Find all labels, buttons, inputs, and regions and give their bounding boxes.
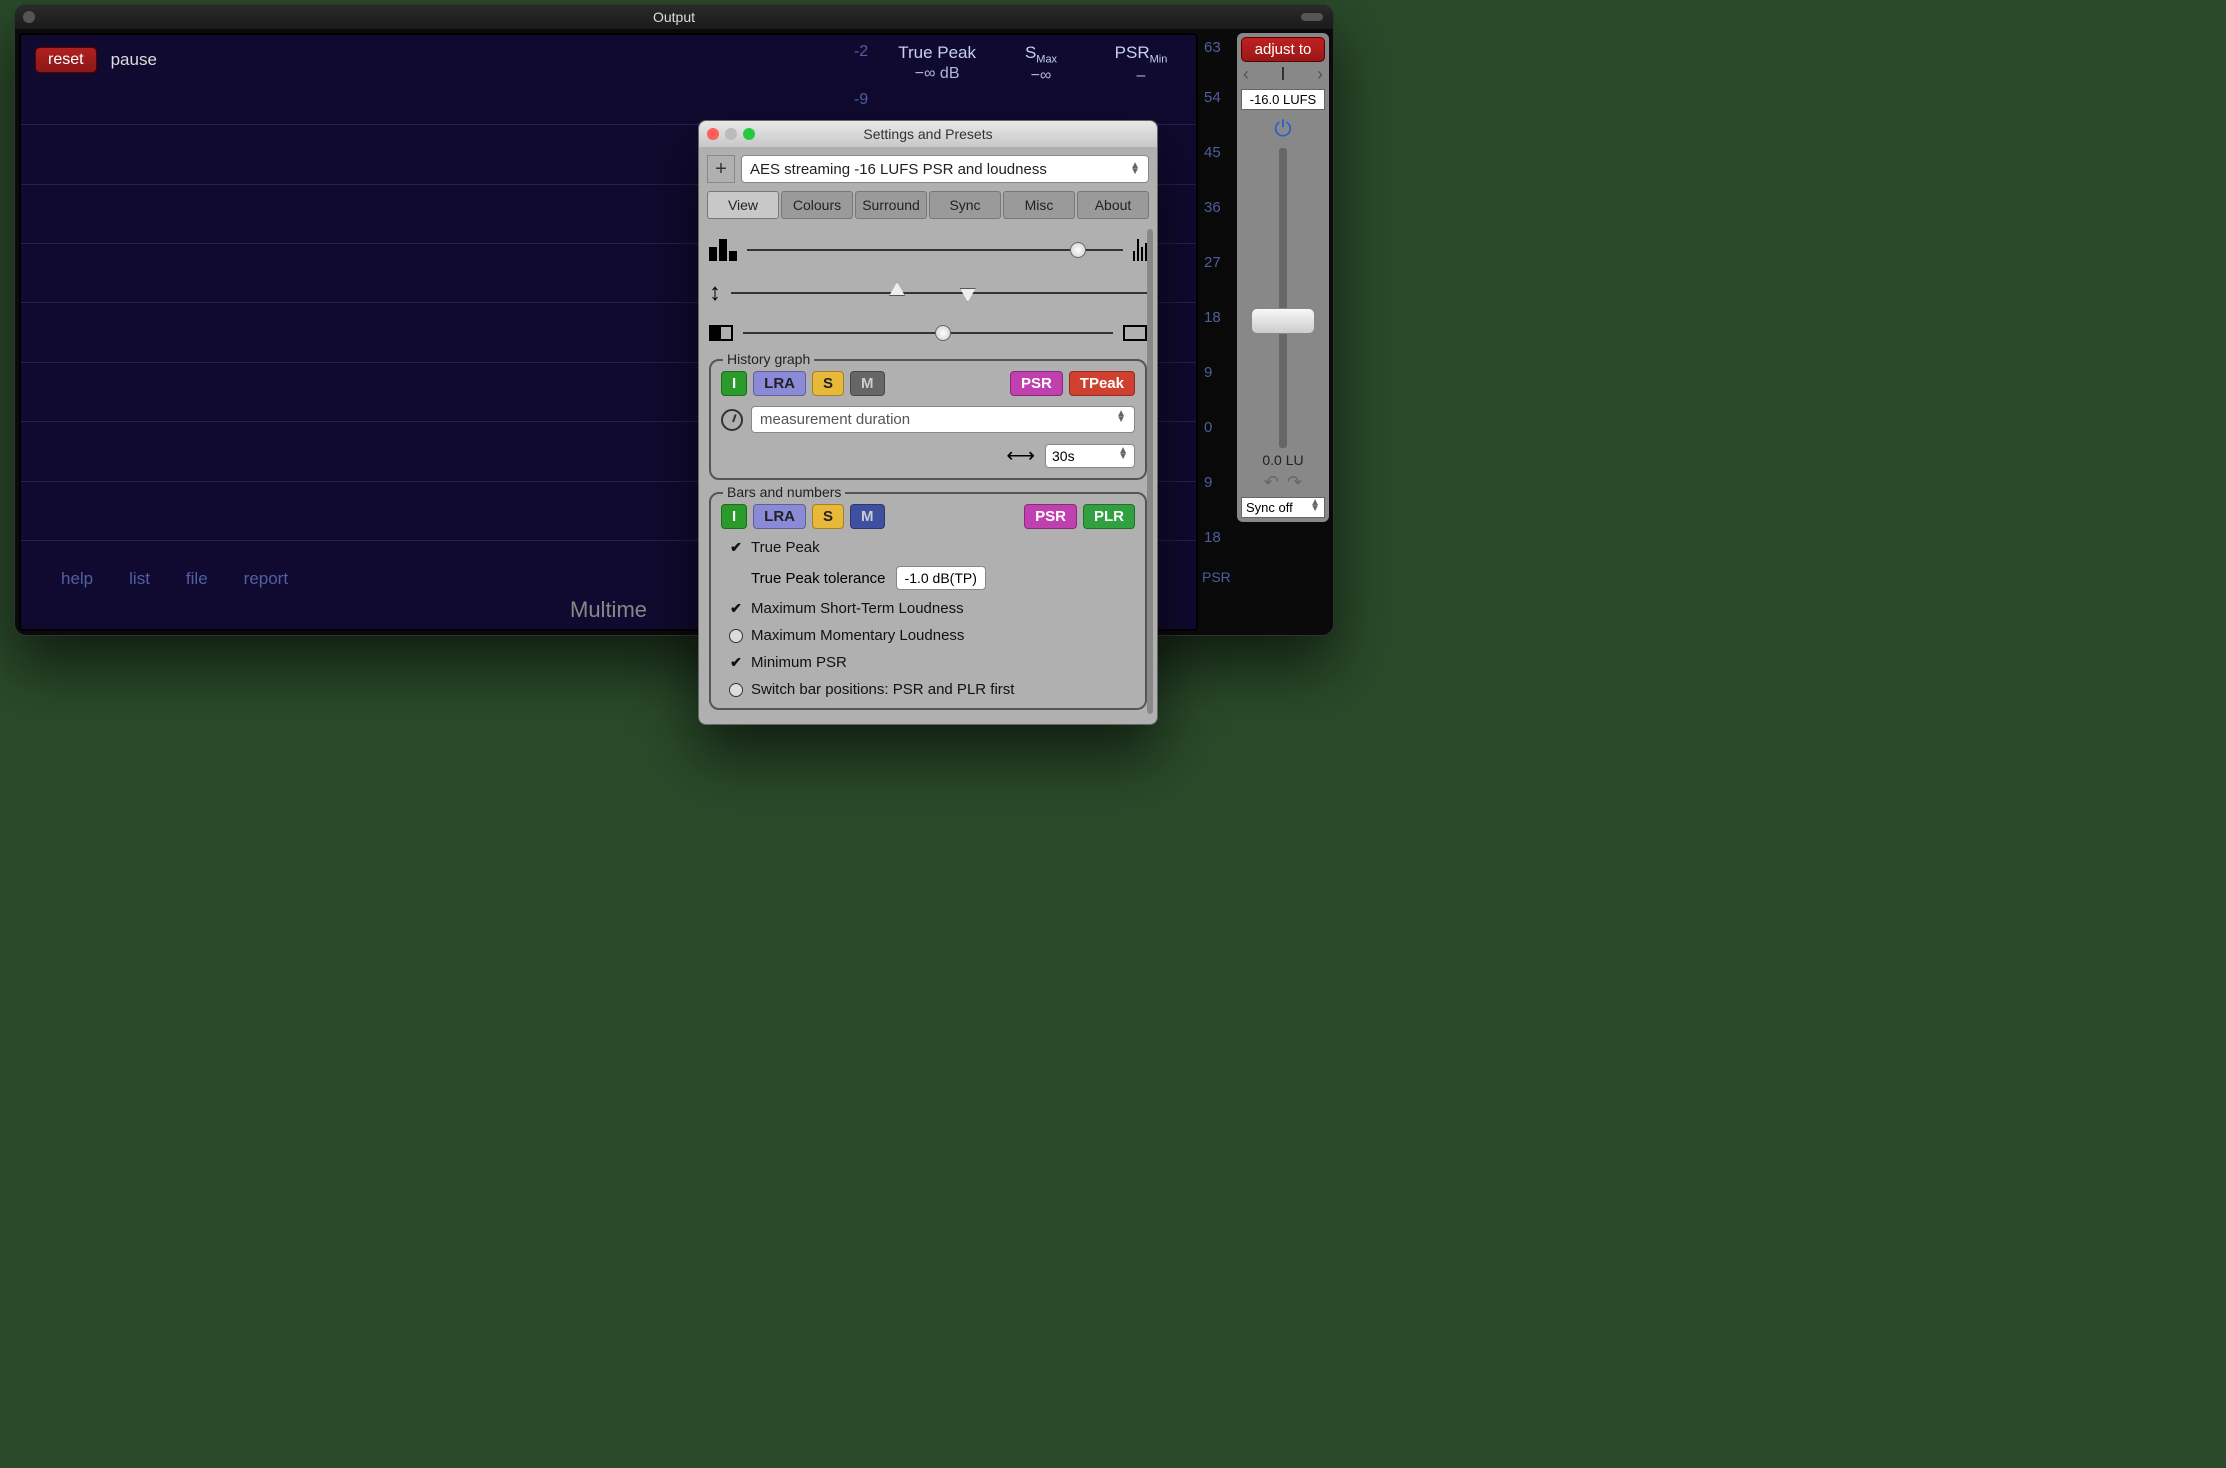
pause-button[interactable]: pause: [111, 50, 157, 70]
chevron-updown-icon: ▲▼: [1310, 500, 1320, 515]
scale-tick: 9: [1204, 474, 1212, 491]
wide-bars-icon: [709, 239, 737, 261]
redo-icon[interactable]: ↷: [1287, 472, 1302, 493]
thin-bars-icon: [1133, 239, 1147, 261]
tab-view[interactable]: View: [707, 191, 779, 219]
add-preset-button[interactable]: +: [707, 155, 735, 183]
filled-rect-icon: [709, 325, 733, 341]
history-graph-group: History graph I LRA S M PSR TPeak measur…: [709, 359, 1147, 480]
chevron-updown-icon: ▲▼: [1116, 411, 1126, 428]
scrollbar[interactable]: [1147, 229, 1153, 714]
scale-tick: 18: [1204, 309, 1221, 326]
s-max-readout: SMax −∞: [1006, 43, 1076, 109]
tab-colours[interactable]: Colours: [781, 191, 853, 219]
bars-numbers-group: Bars and numbers I LRA S M PSR PLR ✔True…: [709, 492, 1147, 710]
slider-thumb-icon[interactable]: [1251, 308, 1315, 334]
true-peak-checkbox[interactable]: ✔True Peak: [729, 539, 1135, 556]
scale-top-value: -2: [854, 43, 868, 61]
range-min-thumb[interactable]: [889, 282, 905, 296]
scale-tick: 18: [1204, 529, 1221, 546]
window-pill-icon[interactable]: [1301, 13, 1323, 21]
scale-tick: 27: [1204, 254, 1221, 271]
tab-misc[interactable]: Misc: [1003, 191, 1075, 219]
scale-tick: 0: [1204, 419, 1212, 436]
prev-mode-icon[interactable]: ‹: [1243, 64, 1249, 85]
chip-plr[interactable]: PLR: [1083, 504, 1135, 529]
min-psr-checkbox[interactable]: ✔Minimum PSR: [729, 654, 1135, 671]
dialog-title: Settings and Presets: [863, 126, 992, 142]
range-slider[interactable]: [731, 292, 1147, 294]
help-link[interactable]: help: [61, 569, 93, 589]
psr-min-readout: PSRMin –: [1106, 43, 1176, 109]
scale-tick: 36: [1204, 199, 1221, 216]
file-link[interactable]: file: [186, 569, 208, 589]
tab-surround[interactable]: Surround: [855, 191, 927, 219]
list-link[interactable]: list: [129, 569, 150, 589]
psr-axis-label: PSR: [1202, 569, 1231, 585]
scale-tick: 45: [1204, 144, 1221, 161]
tp-tolerance-input[interactable]: -1.0 dB(TP): [896, 566, 986, 590]
chip-lra[interactable]: LRA: [753, 504, 806, 529]
chip-m[interactable]: M: [850, 504, 885, 529]
mode-label: I: [1280, 64, 1285, 85]
tab-about[interactable]: About: [1077, 191, 1149, 219]
gain-slider[interactable]: [1279, 148, 1287, 448]
scale-tick: 54: [1204, 89, 1221, 106]
dialog-titlebar: Settings and Presets: [699, 121, 1157, 147]
chip-s[interactable]: S: [812, 504, 844, 529]
power-icon[interactable]: ⏻: [1241, 116, 1325, 142]
traffic-light-icon[interactable]: [23, 11, 35, 23]
range-max-thumb[interactable]: [960, 288, 976, 302]
tabs: View Colours Surround Sync Misc About: [699, 191, 1157, 219]
brand-label: Multime: [570, 597, 647, 623]
adjust-panel: adjust to ‹ I › -16.0 LUFS ⏻ 0.0 LU ↶ ↷ …: [1237, 33, 1329, 522]
vertical-arrows-icon: ↕: [709, 279, 721, 307]
bar-width-slider[interactable]: [747, 249, 1123, 251]
tp-tolerance-label: True Peak tolerance: [751, 570, 886, 587]
lu-readout: 0.0 LU: [1241, 452, 1325, 468]
chevron-updown-icon: ▲▼: [1130, 163, 1140, 175]
empty-rect-icon: [1123, 325, 1147, 341]
next-mode-icon[interactable]: ›: [1317, 64, 1323, 85]
preset-select[interactable]: AES streaming -16 LUFS PSR and loudness …: [741, 155, 1149, 183]
footer-links: help list file report: [61, 569, 288, 589]
scale-second-value: -9: [854, 91, 868, 109]
chip-s[interactable]: S: [812, 371, 844, 396]
undo-icon[interactable]: ↶: [1264, 472, 1279, 493]
width-select[interactable]: 30s ▲▼: [1045, 444, 1135, 468]
chip-lra[interactable]: LRA: [753, 371, 806, 396]
scale-tick: 63: [1204, 39, 1221, 56]
target-lufs-input[interactable]: -16.0 LUFS: [1241, 89, 1325, 110]
readout-panel: -2 -9 True Peak −∞ dB SMax −∞ PSRMin –: [854, 43, 1176, 109]
close-icon[interactable]: [707, 128, 719, 140]
adjust-to-button[interactable]: adjust to: [1241, 37, 1325, 62]
chip-psr[interactable]: PSR: [1024, 504, 1077, 529]
max-short-checkbox[interactable]: ✔Maximum Short-Term Loudness: [729, 600, 1135, 617]
zoom-icon[interactable]: [743, 128, 755, 140]
clock-icon: [721, 409, 743, 431]
chip-i[interactable]: I: [721, 504, 747, 529]
contrast-slider[interactable]: [743, 332, 1113, 334]
chip-psr[interactable]: PSR: [1010, 371, 1063, 396]
titlebar: Output: [15, 5, 1333, 29]
chip-i[interactable]: I: [721, 371, 747, 396]
max-momentary-radio[interactable]: Maximum Momentary Loudness: [729, 627, 1135, 644]
chip-tpeak[interactable]: TPeak: [1069, 371, 1135, 396]
chevron-updown-icon: ▲▼: [1118, 448, 1128, 464]
side-panel: 63 54 45 36 27 18 9 0 9 18 PSR adjust to…: [1198, 29, 1333, 635]
window-title: Output: [653, 9, 695, 25]
tab-sync[interactable]: Sync: [929, 191, 1001, 219]
true-peak-readout: True Peak −∞ dB: [898, 43, 976, 109]
duration-select[interactable]: measurement duration ▲▼: [751, 406, 1135, 433]
sync-select[interactable]: Sync off ▲▼: [1241, 497, 1325, 518]
reset-button[interactable]: reset: [35, 47, 97, 73]
switch-bars-radio[interactable]: Switch bar positions: PSR and PLR first: [729, 681, 1135, 698]
minimize-icon[interactable]: [725, 128, 737, 140]
report-link[interactable]: report: [244, 569, 288, 589]
chip-m[interactable]: M: [850, 371, 885, 396]
scale-tick: 9: [1204, 364, 1212, 381]
horizontal-arrows-icon: ⟷: [1006, 443, 1035, 468]
settings-dialog: Settings and Presets + AES streaming -16…: [698, 120, 1158, 725]
